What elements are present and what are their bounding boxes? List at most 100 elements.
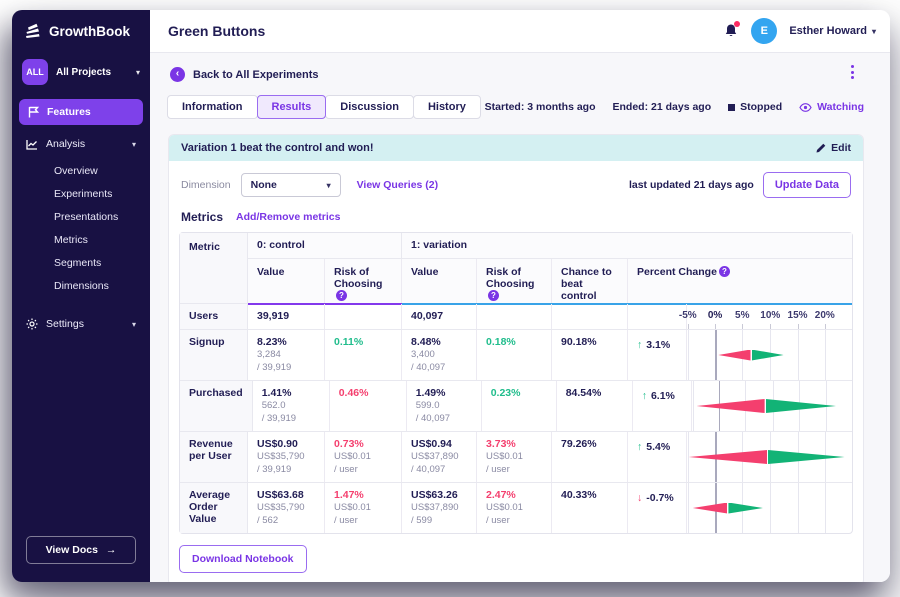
variation-risk-cell: 0.23% — [482, 381, 557, 431]
stopped-square-icon — [728, 104, 735, 111]
metrics-table: Metric 0: control 1: variation Value Ris… — [179, 232, 853, 534]
table-row: Signup8.23%3,284/ 39,9190.11%8.48%3,400/… — [180, 329, 852, 380]
percent-change-value: 5.4% — [646, 441, 670, 453]
sidebar-item-settings[interactable]: Settings ▾ — [12, 311, 150, 337]
pencil-icon — [816, 143, 826, 153]
empty-cell — [552, 304, 628, 329]
notification-dot — [734, 21, 740, 27]
control-risk-cell: 0.11% — [325, 330, 402, 380]
axis-gridline — [825, 483, 826, 533]
variation-value-cell: 8.48%3,400/ 40,097 — [402, 330, 477, 380]
table-row: Average Order ValueUS$63.68US$35,790/ 56… — [180, 482, 852, 533]
view-queries-link[interactable]: View Queries (2) — [357, 179, 439, 191]
sidebar-item-label: Features — [47, 106, 91, 118]
violin-positive-shape — [728, 503, 762, 514]
violin-positive-shape — [752, 350, 784, 361]
sidebar-item-metrics[interactable]: Metrics — [54, 228, 150, 251]
chevron-down-icon: ▾ — [132, 320, 136, 329]
variation-risk-cell: 3.73%US$0.01/ user — [477, 432, 552, 482]
help-icon[interactable]: ? — [488, 290, 499, 301]
axis-tick-label: 5% — [735, 310, 749, 321]
axis-tick-label: 20% — [815, 310, 835, 321]
variation-risk-cell: 2.47%US$0.01/ user — [477, 483, 552, 533]
status-label: Stopped — [740, 101, 782, 113]
help-icon[interactable]: ? — [719, 266, 730, 277]
flag-icon — [28, 106, 39, 118]
variation-value-cell: US$0.94US$37,890/ 40,097 — [402, 432, 477, 482]
dimension-select[interactable]: None ▾ — [241, 173, 341, 197]
arrow-up-icon: ↑ — [642, 390, 647, 402]
control-value-cell: 1.41%562.0/ 39,919 — [253, 381, 330, 431]
percent-change-cell: ↓-0.7% — [628, 483, 687, 533]
metric-name: Revenue per User — [180, 432, 248, 482]
view-docs-button[interactable]: View Docs → — [26, 536, 136, 564]
page-title: Green Buttons — [168, 23, 265, 39]
experiment-status: Started: 3 months ago Ended: 21 days ago… — [485, 101, 864, 113]
more-options-button[interactable] — [847, 61, 858, 83]
violin-negative-shape — [689, 450, 767, 464]
violin-plot-cell — [687, 330, 852, 380]
help-icon[interactable]: ? — [336, 290, 347, 301]
axis-tick-label: 0% — [708, 310, 722, 321]
tab-information[interactable]: Information — [167, 95, 258, 119]
project-selector[interactable]: ALL All Projects ▾ — [22, 59, 140, 85]
variation-value-cell: 1.49%599.0/ 40,097 — [407, 381, 482, 431]
app-window: GrowthBook ALL All Projects ▾ Features A… — [12, 10, 890, 582]
download-notebook-button[interactable]: Download Notebook — [179, 545, 307, 573]
notifications-button[interactable] — [723, 23, 739, 39]
table-row: Revenue per UserUS$0.90US$35,790/ 39,919… — [180, 431, 852, 482]
topbar: Green Buttons E Esther Howard ▾ — [150, 10, 890, 53]
violin-plot-cell — [687, 432, 852, 482]
tab-results[interactable]: Results — [257, 95, 327, 119]
violin-negative-shape — [693, 503, 728, 514]
result-banner: Variation 1 beat the control and won! Ed… — [169, 135, 863, 161]
axis-gridline — [825, 330, 826, 380]
watching-toggle[interactable]: Watching — [799, 101, 864, 113]
axis-gridline — [798, 330, 799, 380]
control-value-cell: 8.23%3,284/ 39,919 — [248, 330, 325, 380]
arrow-up-icon: ↑ — [637, 441, 642, 453]
axis-tick — [825, 324, 826, 329]
avatar[interactable]: E — [751, 18, 777, 44]
logo[interactable]: GrowthBook — [12, 10, 150, 49]
sidebar-item-experiments[interactable]: Experiments — [54, 182, 150, 205]
violin-negative-shape — [718, 350, 750, 361]
user-name-label: Esther Howard — [789, 25, 867, 37]
back-link[interactable]: ‹ Back to All Experiments — [170, 67, 864, 82]
percent-change-axis: -5%0%5%10%15%20% — [687, 304, 852, 329]
table-row-users: Users 39,919 40,097 -5%0%5%10%15%20% — [180, 303, 852, 329]
sidebar-item-dimensions[interactable]: Dimensions — [54, 274, 150, 297]
tab-discussion[interactable]: Discussion — [325, 95, 414, 119]
tabs-row: Information Results Discussion History S… — [168, 95, 864, 119]
empty-cell — [477, 304, 552, 329]
sidebar-item-analysis[interactable]: Analysis ▾ — [12, 131, 150, 157]
percent-change-value: 6.1% — [651, 390, 675, 402]
add-remove-metrics-link[interactable]: Add/Remove metrics — [236, 211, 340, 223]
logo-text: GrowthBook — [49, 24, 130, 39]
analysis-subnav: OverviewExperimentsPresentationsMetricsS… — [12, 157, 150, 299]
arrow-right-icon: → — [106, 544, 117, 556]
sidebar-item-segments[interactable]: Segments — [54, 251, 150, 274]
percent-change-value: 3.1% — [646, 339, 670, 351]
edit-button[interactable]: Edit — [816, 142, 851, 154]
axis-gridline — [798, 483, 799, 533]
chevron-down-icon: ▾ — [872, 27, 876, 36]
metric-name: Average Order Value — [180, 483, 248, 533]
col-header-control-value: Value — [248, 259, 325, 303]
growthbook-logo-icon — [24, 23, 42, 39]
axis-tick-label: 15% — [788, 310, 808, 321]
sidebar-item-features[interactable]: Features — [19, 99, 143, 125]
axis-gridline — [770, 483, 771, 533]
col-header-chance: Chance to beat control — [552, 259, 628, 303]
tab-history[interactable]: History — [413, 95, 481, 119]
chance-to-beat-cell: 90.18% — [552, 330, 628, 380]
col-header-variation-value: Value — [402, 259, 477, 303]
update-data-button[interactable]: Update Data — [763, 172, 851, 198]
gear-icon — [26, 318, 38, 330]
sidebar-item-overview[interactable]: Overview — [54, 159, 150, 182]
eye-icon — [799, 103, 812, 112]
axis-gridline — [693, 381, 694, 431]
project-label: All Projects — [56, 67, 128, 78]
sidebar-item-presentations[interactable]: Presentations — [54, 205, 150, 228]
user-menu[interactable]: Esther Howard ▾ — [789, 25, 876, 37]
